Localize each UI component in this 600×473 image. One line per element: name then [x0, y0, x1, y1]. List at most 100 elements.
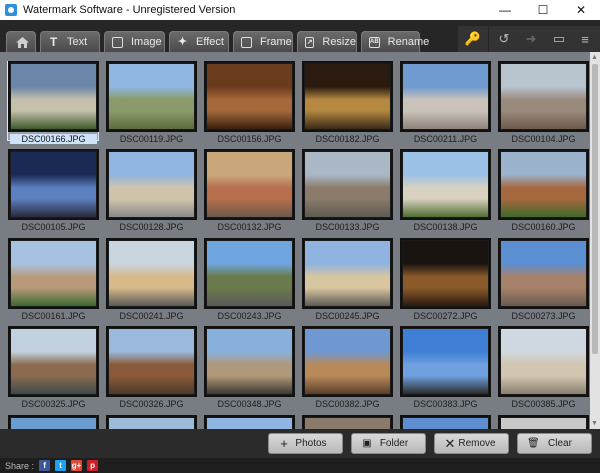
photo-thumbnail[interactable] — [108, 240, 195, 307]
photo-thumbnail[interactable] — [402, 151, 489, 218]
rename-icon: AB — [369, 36, 380, 48]
maximize-button[interactable]: ☐ — [524, 0, 562, 20]
photo-thumbnail[interactable] — [500, 63, 587, 130]
undo-button[interactable]: ↺ — [489, 26, 519, 52]
redo-button[interactable]: ➜ — [516, 26, 546, 52]
effect-icon: ✦ — [177, 35, 188, 48]
toolbar: T Text Image ✦ Effect Frame ↗ Resize AB … — [0, 20, 600, 52]
pinterest-icon[interactable]: p — [87, 460, 99, 471]
key-icon: 🔑 — [464, 31, 482, 46]
photo-thumbnail[interactable] — [402, 328, 489, 395]
image-icon — [112, 36, 123, 48]
google-plus-icon[interactable]: g+ — [71, 460, 83, 471]
tab-text-label: Text — [67, 36, 88, 48]
twitter-icon[interactable]: t — [55, 460, 67, 471]
photo-thumbnail[interactable] — [108, 151, 195, 218]
photo-thumbnail[interactable] — [10, 63, 97, 130]
tab-resize[interactable]: ↗ Resize — [297, 31, 357, 52]
add-photos-button[interactable]: + Photos — [268, 433, 343, 454]
tab-frame[interactable]: Frame — [233, 31, 293, 52]
photo-thumbnail[interactable] — [402, 240, 489, 307]
photo-filename: DSC00383.JPG — [413, 399, 478, 409]
photo-thumbnail[interactable] — [304, 63, 391, 130]
photo-thumbnail[interactable] — [206, 151, 293, 218]
resize-icon: ↗ — [305, 36, 315, 48]
share-bar: Share : f t g+ p — [0, 458, 600, 473]
tab-text[interactable]: T Text — [40, 31, 100, 52]
undo-icon: ↺ — [498, 31, 510, 46]
add-folder-button[interactable]: ▣ Folder — [351, 433, 426, 454]
photo-filename: DSC00132.JPG — [217, 222, 282, 232]
photo-thumbnail[interactable] — [304, 417, 391, 429]
tab-effect-label: Effect — [196, 36, 224, 48]
photo-filename: DSC00160.JPG — [511, 222, 576, 232]
tab-frame-label: Frame — [260, 36, 292, 48]
photo-thumbnail[interactable] — [206, 328, 293, 395]
chat-icon: ▭ — [552, 31, 566, 46]
scroll-thumb[interactable] — [592, 64, 598, 354]
photo-thumbnail[interactable] — [500, 240, 587, 307]
minimize-button[interactable]: — — [486, 0, 524, 20]
photo-filename: DSC00273.JPG — [511, 311, 576, 321]
tab-image[interactable]: Image — [104, 31, 165, 52]
photo-filename: DSC00382.JPG — [315, 399, 380, 409]
photo-filename: DSC00166.JPG — [10, 134, 97, 144]
window-controls: — ☐ ✕ — [486, 0, 600, 20]
scroll-up-icon[interactable]: ▲ — [591, 54, 598, 61]
photo-thumbnail[interactable] — [108, 417, 195, 429]
tab-effect[interactable]: ✦ Effect — [169, 31, 229, 52]
menu-button[interactable]: ≡ — [570, 26, 600, 52]
photo-thumbnail[interactable] — [10, 417, 97, 429]
action-bar: + Photos ▣ Folder ✕ Remove 🗑 Clear — [0, 429, 600, 458]
tab-home[interactable] — [6, 31, 36, 52]
photo-thumbnail[interactable] — [304, 240, 391, 307]
scroll-down-icon[interactable]: ▼ — [591, 420, 598, 427]
home-icon — [16, 36, 29, 48]
share-label: Share : — [5, 460, 35, 471]
redo-icon: ➜ — [525, 31, 537, 46]
tab-rename-label: Rename — [387, 36, 430, 48]
photo-thumbnail[interactable] — [304, 328, 391, 395]
photo-filename: DSC00348.JPG — [217, 399, 282, 409]
photo-filename: DSC00133.JPG — [315, 222, 380, 232]
photo-filename: DSC00241.JPG — [119, 311, 184, 321]
photo-filename: DSC00161.JPG — [21, 311, 86, 321]
photo-thumbnail[interactable] — [500, 417, 587, 429]
menu-list-icon: ≡ — [581, 31, 589, 47]
clear-button[interactable]: 🗑 Clear — [517, 433, 592, 454]
photo-thumbnail[interactable] — [206, 63, 293, 130]
photo-filename: DSC00245.JPG — [315, 311, 380, 321]
photo-thumbnail[interactable] — [206, 417, 293, 429]
photo-thumbnail[interactable] — [108, 328, 195, 395]
app-logo-icon — [5, 4, 17, 16]
text-icon: T — [49, 35, 58, 49]
tab-rename[interactable]: AB Rename — [361, 31, 429, 52]
photo-thumbnail[interactable] — [10, 240, 97, 307]
photo-filename: DSC00326.JPG — [119, 399, 184, 409]
photo-thumbnail[interactable] — [10, 151, 97, 218]
photo-thumbnail[interactable] — [206, 240, 293, 307]
photo-thumbnail[interactable] — [500, 328, 587, 395]
photo-filename: DSC00243.JPG — [217, 311, 282, 321]
photo-thumbnail[interactable] — [402, 417, 489, 429]
remove-button[interactable]: ✕ Remove — [434, 433, 509, 454]
photo-filename: DSC00325.JPG — [21, 399, 86, 409]
clear-label: Clear — [548, 438, 572, 449]
photo-thumbnail[interactable] — [402, 63, 489, 130]
photo-filename: DSC00105.JPG — [21, 222, 86, 232]
photo-filename: DSC00156.JPG — [217, 134, 282, 144]
add-photos-label: Photos — [295, 438, 327, 449]
photo-thumbnail[interactable] — [304, 151, 391, 218]
facebook-icon[interactable]: f — [39, 460, 51, 471]
photo-thumbnail[interactable] — [10, 328, 97, 395]
photo-filename: DSC00182.JPG — [315, 134, 380, 144]
trash-icon: 🗑 — [527, 438, 540, 449]
vertical-scrollbar[interactable]: ▲ ▼ — [590, 52, 600, 429]
close-button[interactable]: ✕ — [562, 0, 600, 20]
photo-thumbnail[interactable] — [108, 63, 195, 130]
photo-filename: DSC00119.JPG — [119, 134, 184, 144]
photo-filename: DSC00272.JPG — [413, 311, 478, 321]
photo-thumbnail[interactable] — [500, 151, 587, 218]
register-key-button[interactable]: 🔑 — [458, 26, 488, 52]
window-title: Watermark Software - Unregistered Versio… — [23, 4, 236, 16]
